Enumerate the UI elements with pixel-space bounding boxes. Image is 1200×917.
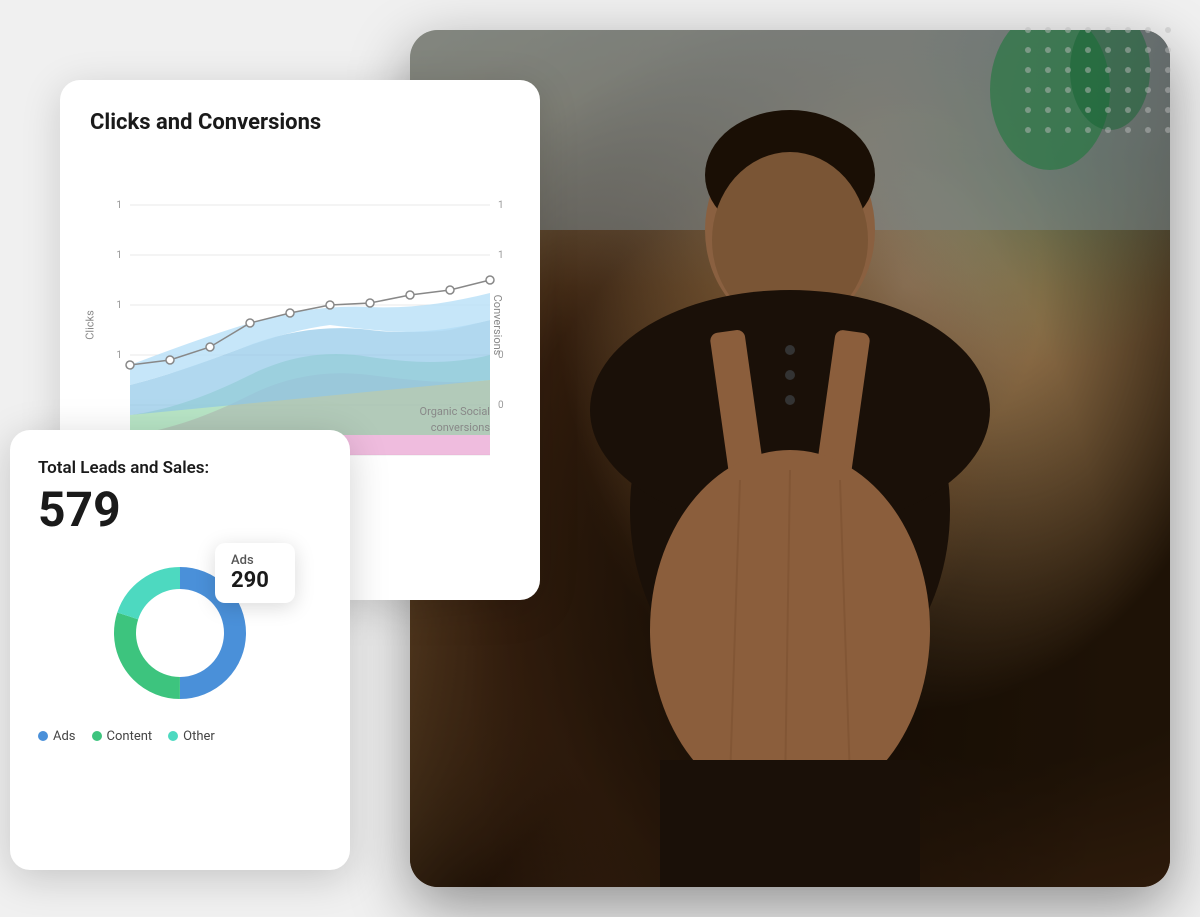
tooltip-value: 290 — [231, 568, 279, 593]
y-axis-left-label: Clicks — [83, 310, 96, 340]
svg-text:1: 1 — [116, 350, 122, 361]
svg-text:1: 1 — [116, 300, 122, 311]
leads-sales-card: Total Leads and Sales: 579 Ads 290 Ads — [10, 430, 350, 870]
dots-decoration-grid — [1018, 20, 1178, 144]
chart-legend: Ads Content Other — [38, 729, 322, 744]
legend-label-other: Other — [183, 729, 215, 744]
legend-item-other: Other — [168, 729, 215, 744]
clicks-card-title: Clicks and Conversions — [90, 110, 510, 135]
dots-svg — [1018, 20, 1178, 140]
legend-label-ads: Ads — [53, 729, 76, 744]
svg-text:1: 1 — [498, 250, 504, 261]
legend-label-content: Content — [107, 729, 153, 744]
leads-total-number: 579 — [38, 484, 322, 537]
donut-chart-container: Ads 290 — [100, 553, 260, 713]
tooltip-label: Ads — [231, 553, 279, 568]
y-axis-right-label: Conversions — [491, 295, 504, 356]
svg-text:1: 1 — [498, 200, 504, 211]
svg-text:1: 1 — [116, 200, 122, 211]
organic-social-label: Organic Social conversions — [420, 404, 491, 435]
svg-text:0: 0 — [498, 400, 504, 411]
donut-tooltip: Ads 290 — [215, 543, 295, 603]
legend-dot-other — [168, 731, 178, 741]
svg-text:1: 1 — [116, 250, 122, 261]
legend-item-ads: Ads — [38, 729, 76, 744]
leads-card-title: Total Leads and Sales: — [38, 458, 322, 478]
legend-dot-content — [92, 731, 102, 741]
legend-dot-ads — [38, 731, 48, 741]
legend-item-content: Content — [92, 729, 153, 744]
